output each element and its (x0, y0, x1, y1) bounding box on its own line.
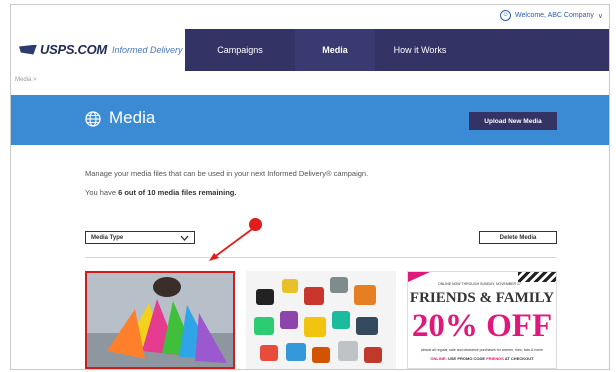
decorative-corner (408, 272, 430, 282)
chevron-down-icon: ∨ (597, 12, 603, 20)
account-menu[interactable]: ☺ Welcome, ABC Company ∨ (500, 10, 603, 21)
media-type-label: Media Type (91, 234, 124, 241)
brand-name: USPS.COM (40, 42, 107, 57)
globe-icon (85, 111, 101, 127)
sale-title-text: FRIENDS & FAMILY (409, 290, 555, 306)
page-description: Manage your media files that can be used… (85, 169, 369, 178)
welcome-text: Welcome, ABC Company (515, 12, 594, 19)
breadcrumb[interactable]: Media > (15, 77, 37, 83)
promo-instruction: USE PROMO CODE (447, 356, 486, 361)
chevron-down-icon (180, 235, 189, 241)
eagle-icon (19, 44, 37, 55)
sale-dates-text: ONLINE NOW THROUGH SUNDAY, NOVEMBER 17 (438, 282, 521, 286)
sale-promo-code-text: ONLINE: USE PROMO CODE FRIENDS AT CHECKO… (408, 356, 556, 361)
upload-new-media-button[interactable]: Upload New Media (469, 112, 557, 130)
sale-offer-text: 20% OFF (411, 308, 553, 344)
quota-count: 6 out of 10 media files remaining. (118, 188, 237, 197)
divider (85, 257, 557, 258)
promo-code: FRIENDS (486, 356, 504, 361)
sale-fine-print: almost all regular, sale and clearance p… (420, 348, 544, 352)
main-nav: Campaigns Media How it Works (185, 29, 609, 71)
media-thumbnail-friends-family-sale[interactable]: ONLINE NOW THROUGH SUNDAY, NOVEMBER 17 F… (407, 271, 557, 369)
media-type-dropdown[interactable]: Media Type (85, 231, 195, 244)
decorative-stripes (518, 272, 556, 282)
app-window: ☺ Welcome, ABC Company ∨ USPS.COM Inform… (10, 4, 610, 370)
page-title: Media (109, 108, 156, 127)
usps-logo[interactable]: USPS.COM Informed Delivery (19, 42, 182, 57)
top-navigation: USPS.COM Informed Delivery Campaigns Med… (11, 29, 609, 71)
media-thumbnail-shopping-bags[interactable] (85, 271, 235, 369)
promo-checkout: AT CHECKOUT (504, 356, 534, 361)
promo-channel: ONLINE: (430, 356, 447, 361)
handbags-image (246, 271, 396, 369)
tab-how-it-works[interactable]: How it Works (375, 29, 465, 71)
page-header-banner: Media Upload New Media (11, 95, 609, 145)
quota-prefix: You have (85, 188, 119, 197)
shopping-bags-image (87, 273, 233, 367)
delete-media-button[interactable]: Delete Media (479, 231, 557, 244)
media-quota-text: You have 6 out of 10 media files remaini… (85, 188, 236, 197)
tab-campaigns[interactable]: Campaigns (185, 29, 295, 71)
user-icon: ☺ (500, 10, 512, 21)
product-name: Informed Delivery (111, 44, 183, 55)
annotation-marker (249, 218, 262, 231)
breadcrumb-media[interactable]: Media (15, 77, 31, 83)
media-thumbnail-handbags[interactable] (246, 271, 396, 369)
tab-media[interactable]: Media (295, 29, 375, 71)
